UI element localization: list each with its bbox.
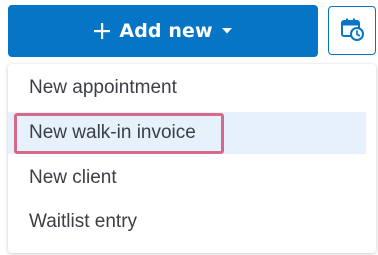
add-new-button[interactable]: Add new: [8, 5, 318, 57]
caret-down-icon: [221, 27, 233, 35]
calendar-button[interactable]: [328, 6, 376, 55]
page-root: Add new New appointment New walk-in invo…: [0, 0, 378, 255]
add-new-label: Add new: [119, 20, 213, 42]
calendar-clock-icon: [340, 17, 364, 45]
menu-item-new-walk-in-invoice[interactable]: New walk-in invoice: [8, 112, 366, 154]
menu-item-new-client[interactable]: New client: [8, 157, 366, 199]
plus-icon: [93, 22, 111, 40]
menu-item-waitlist-entry[interactable]: Waitlist entry: [8, 201, 366, 243]
add-new-dropdown-menu: New appointment New walk-in invoice New …: [8, 64, 376, 253]
menu-item-new-appointment[interactable]: New appointment: [8, 67, 366, 109]
